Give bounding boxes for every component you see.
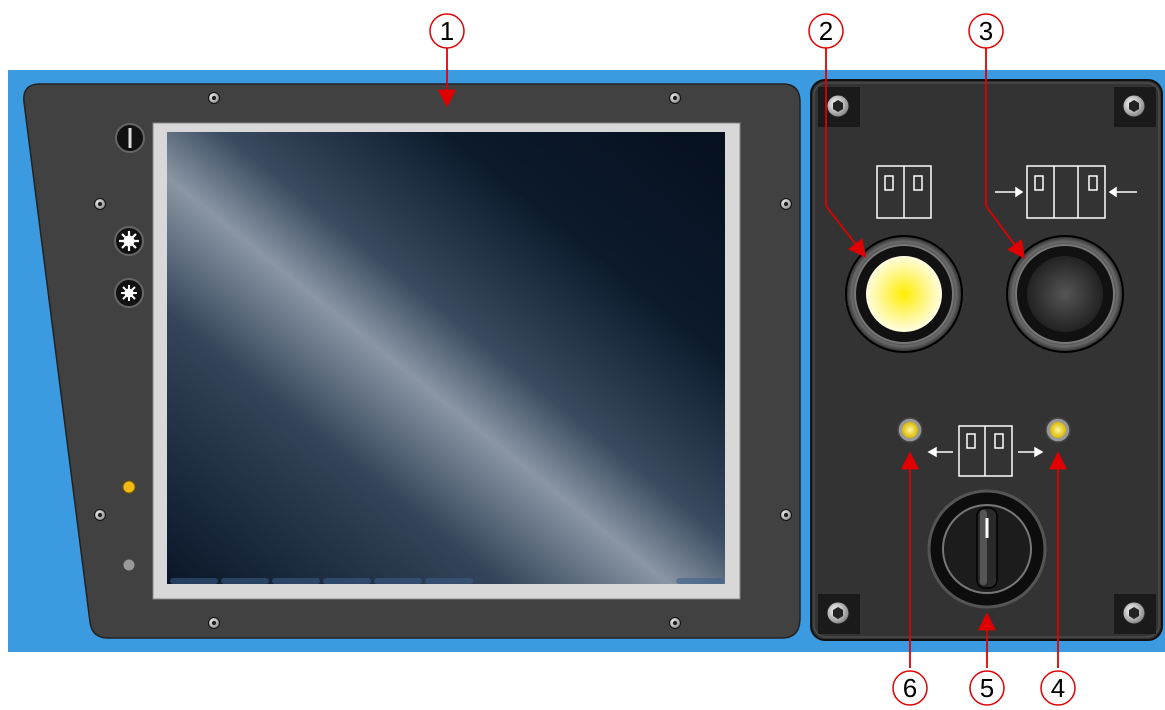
hex-socket-screw-icon	[1114, 87, 1156, 127]
callout-3: 3	[968, 13, 1004, 49]
callout-label: 2	[819, 16, 833, 46]
pushbutton-close[interactable]	[1006, 235, 1124, 353]
status-led-lower	[122, 558, 136, 572]
callout-2: 2	[808, 13, 844, 49]
softkey[interactable]	[374, 578, 422, 584]
softkey[interactable]	[425, 578, 473, 584]
hex-socket-screw-icon	[818, 594, 860, 634]
screw	[780, 509, 792, 521]
callout-label: 3	[979, 16, 993, 46]
callout-label: 6	[903, 673, 917, 703]
callout-label: 4	[1051, 673, 1065, 703]
hex-socket-screw-icon	[818, 87, 860, 127]
power-button[interactable]	[115, 123, 145, 153]
callout-6: 6	[892, 670, 928, 706]
screw	[94, 509, 106, 521]
softkey[interactable]	[221, 578, 269, 584]
indicator-lamp-left	[897, 417, 923, 443]
callout-label: 1	[440, 16, 454, 46]
screw	[208, 617, 220, 629]
status-led-upper	[122, 480, 136, 494]
hex-socket-screw-icon	[1114, 594, 1156, 634]
callout-4: 4	[1040, 670, 1076, 706]
screw	[669, 92, 681, 104]
softkey[interactable]	[676, 578, 724, 584]
callout-label: 5	[980, 673, 994, 703]
indicator-lamp-right	[1045, 417, 1071, 443]
screw	[208, 92, 220, 104]
power-icon	[128, 128, 132, 148]
screw	[669, 617, 681, 629]
callout-5: 5	[969, 670, 1005, 706]
brightness-up-button[interactable]	[114, 226, 144, 256]
softkey[interactable]	[272, 578, 320, 584]
callout-1: 1	[429, 13, 465, 49]
softkey[interactable]	[170, 578, 218, 584]
display-screen[interactable]	[167, 132, 725, 584]
control-panel-diagram: 1 2 3 6 5 4	[8, 13, 1165, 706]
screw	[94, 198, 106, 210]
brightness-down-icon	[121, 285, 137, 301]
key-selector-switch[interactable]	[927, 489, 1047, 609]
screw	[780, 198, 792, 210]
brightness-down-button[interactable]	[114, 278, 144, 308]
brightness-up-icon	[119, 231, 139, 251]
softkey[interactable]	[323, 578, 371, 584]
